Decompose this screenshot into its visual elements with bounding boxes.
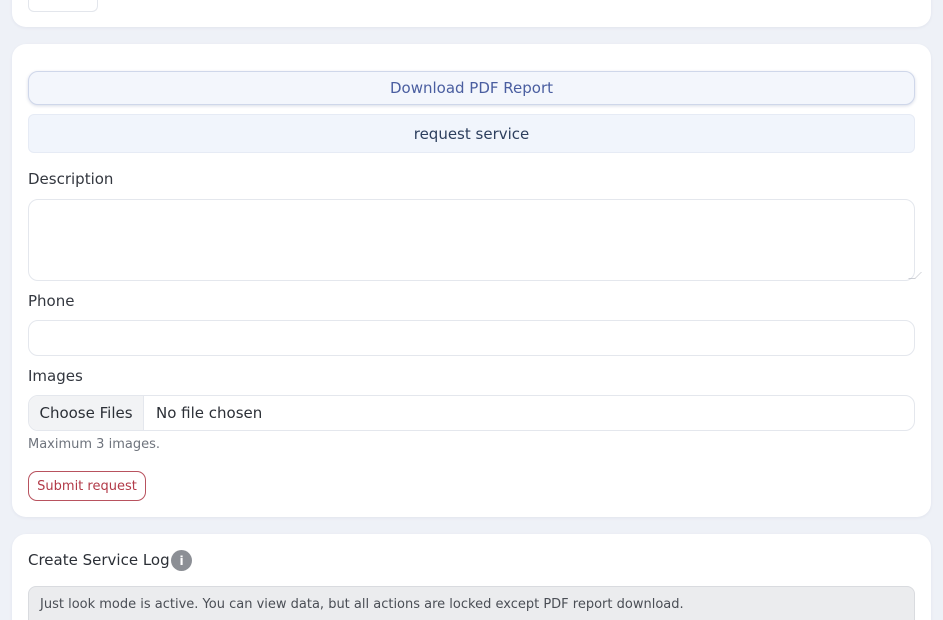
images-file-input[interactable]: Choose Files No file chosen	[28, 395, 915, 431]
page: Download PDF Report request service Desc…	[0, 0, 943, 620]
images-hint: Maximum 3 images.	[28, 437, 160, 452]
phone-input[interactable]	[28, 320, 915, 356]
phone-label: Phone	[28, 292, 75, 310]
submit-request-button[interactable]: Submit request	[28, 471, 146, 501]
description-textarea[interactable]	[28, 199, 915, 281]
previous-card-button[interactable]	[28, 0, 98, 12]
service-log-card: Create Service Log i Just look mode is a…	[12, 534, 931, 620]
description-label: Description	[28, 170, 114, 188]
service-log-title: Create Service Log	[28, 551, 170, 569]
just-look-mode-notice: Just look mode is active. You can view d…	[28, 586, 915, 620]
images-label: Images	[28, 367, 83, 385]
download-pdf-report-button[interactable]: Download PDF Report	[28, 71, 915, 105]
file-status-text: No file chosen	[156, 404, 263, 422]
info-icon[interactable]: i	[171, 550, 192, 571]
request-service-card: Download PDF Report request service Desc…	[12, 44, 931, 517]
request-service-button[interactable]: request service	[28, 114, 915, 153]
choose-files-button[interactable]: Choose Files	[29, 396, 144, 430]
previous-card	[12, 0, 931, 27]
